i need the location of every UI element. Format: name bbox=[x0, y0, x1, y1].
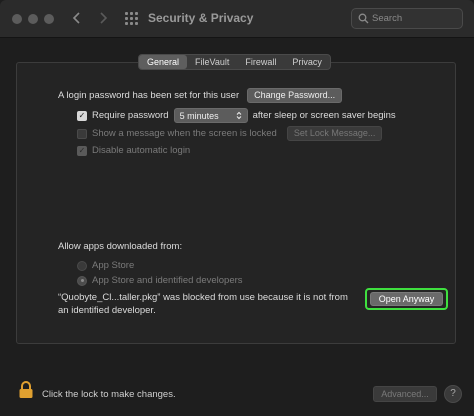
search-placeholder: Search bbox=[372, 13, 403, 24]
blocked-message-line2: an identified developer. bbox=[58, 305, 156, 316]
require-password-checkbox[interactable]: ✓ bbox=[77, 110, 87, 121]
app-store-option: App Store bbox=[77, 260, 134, 271]
require-password-row: ✓ Require password 5 minutes after sleep… bbox=[77, 108, 396, 123]
chevron-left-icon bbox=[72, 12, 80, 24]
help-button[interactable]: ? bbox=[444, 385, 462, 403]
minimize-window-button[interactable] bbox=[28, 14, 38, 24]
disable-autologin-row: ✓ Disable automatic login bbox=[77, 145, 190, 156]
title-bar: Security & Privacy Search bbox=[0, 0, 474, 38]
lock-text: Click the lock to make changes. bbox=[42, 389, 176, 400]
advanced-button[interactable]: Advanced... bbox=[373, 386, 437, 402]
allow-apps-heading: Allow apps downloaded from: bbox=[58, 241, 183, 252]
identified-developers-label: App Store and identified developers bbox=[92, 275, 243, 286]
allow-apps-heading-row: Allow apps downloaded from: bbox=[58, 241, 182, 252]
show-all-grid-icon[interactable] bbox=[125, 12, 139, 26]
require-password-delay-value: 5 minutes bbox=[179, 110, 219, 121]
open-anyway-button[interactable]: Open Anyway bbox=[370, 292, 443, 306]
window-title: Security & Privacy bbox=[148, 11, 254, 25]
blocked-message-text-1: “Quobyte_Cl...taller.pkg” was blocked fr… bbox=[58, 292, 348, 303]
show-message-checkbox[interactable] bbox=[77, 128, 87, 139]
after-sleep-text: after sleep or screen saver begins bbox=[252, 110, 396, 121]
tab-general[interactable]: General bbox=[139, 55, 188, 69]
app-store-label: App Store bbox=[92, 260, 135, 271]
lock-icon[interactable] bbox=[18, 381, 34, 399]
tab-privacy[interactable]: Privacy bbox=[284, 55, 330, 69]
blocked-message-text-2: an identified developer. bbox=[58, 305, 156, 316]
tab-filevault[interactable]: FileVault bbox=[187, 55, 237, 69]
chevron-right-icon bbox=[100, 12, 108, 24]
identified-developers-radio[interactable] bbox=[77, 275, 87, 286]
search-field[interactable]: Search bbox=[351, 8, 463, 29]
zoom-window-button[interactable] bbox=[44, 14, 54, 24]
back-button[interactable] bbox=[68, 9, 86, 27]
login-password-row: A login password has been set for this u… bbox=[58, 88, 343, 103]
close-window-button[interactable] bbox=[12, 14, 22, 24]
login-password-text: A login password has been set for this u… bbox=[58, 90, 240, 101]
show-message-label: Show a message when the screen is locked bbox=[92, 128, 277, 139]
tab-firewall[interactable]: Firewall bbox=[237, 55, 284, 69]
change-password-button[interactable]: Change Password... bbox=[247, 88, 343, 103]
app-store-radio[interactable] bbox=[77, 260, 87, 271]
require-password-delay-select[interactable]: 5 minutes bbox=[173, 108, 248, 123]
security-privacy-window: Security & Privacy Search General FileVa… bbox=[0, 0, 474, 416]
identified-developers-option: App Store and identified developers bbox=[77, 275, 243, 286]
disable-autologin-checkbox[interactable]: ✓ bbox=[77, 145, 87, 156]
tab-bar: General FileVault Firewall Privacy bbox=[138, 54, 331, 70]
set-lock-message-button[interactable]: Set Lock Message... bbox=[286, 126, 383, 141]
blocked-message-line1: “Quobyte_Cl...taller.pkg” was blocked fr… bbox=[58, 292, 348, 303]
disable-autologin-label: Disable automatic login bbox=[92, 145, 191, 156]
updown-chevron-icon bbox=[236, 111, 241, 120]
forward-button[interactable] bbox=[94, 9, 112, 27]
search-icon bbox=[358, 13, 369, 24]
require-password-label: Require password bbox=[92, 110, 169, 121]
show-message-row: Show a message when the screen is locked… bbox=[77, 126, 383, 141]
